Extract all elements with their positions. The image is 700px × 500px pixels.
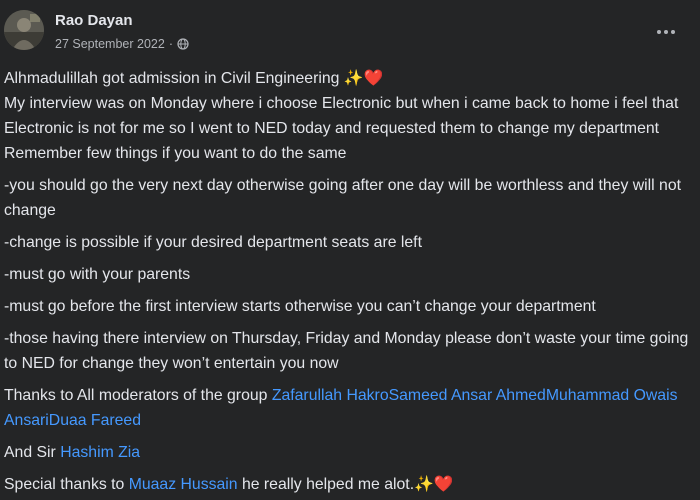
post-body: Alhmadulillah got admission in Civil Eng… xyxy=(4,66,694,497)
author-name[interactable]: Rao Dayan xyxy=(55,12,133,29)
tip-item: -you should go the very next day otherwi… xyxy=(4,177,682,219)
tip-item: -those having there interview on Thursda… xyxy=(4,330,689,372)
mention-link[interactable]: Duaa Fareed xyxy=(49,412,141,429)
sir-line: And Sir Hashim Zia xyxy=(4,440,694,465)
post-line: Electronic is not for me so I went to NE… xyxy=(4,120,660,137)
headline-text: Alhmadulillah got admission in Civil Eng… xyxy=(4,70,344,87)
post-meta: 27 September 2022 · xyxy=(55,37,189,51)
author-avatar[interactable] xyxy=(4,10,44,50)
facebook-post: Rao Dayan 27 September 2022 · Alhmadulil… xyxy=(0,0,700,500)
avatar-image xyxy=(4,10,44,50)
more-dot xyxy=(664,30,668,34)
post-date[interactable]: 27 September 2022 xyxy=(55,37,165,51)
tip-item: -change is possible if your desired depa… xyxy=(4,234,422,251)
sir-prefix: And Sir xyxy=(4,444,61,461)
meta-separator: · xyxy=(168,37,173,51)
globe-icon[interactable] xyxy=(177,38,189,50)
more-options-icon[interactable] xyxy=(648,20,684,44)
thanks-line: Thanks to All moderators of the group Za… xyxy=(4,383,694,433)
post-line: Remember few things if you want to do th… xyxy=(4,145,347,162)
mention-link[interactable]: Muaaz Hussain xyxy=(129,476,238,493)
tip-item: -must go with your parents xyxy=(4,266,191,283)
special-thanks-line: Special thanks to Muaaz Hussain he reall… xyxy=(4,472,694,497)
special-prefix: Special thanks to xyxy=(4,476,129,493)
sparkle-heart-emoji: ✨❤️ xyxy=(343,70,384,87)
more-dot xyxy=(657,30,661,34)
mention-link[interactable]: Sameed Ansar Ahmed xyxy=(389,387,546,404)
sparkle-heart-emoji: ✨❤️ xyxy=(414,476,454,493)
thanks-prefix: Thanks to All moderators of the group xyxy=(4,387,272,404)
tip-item: -must go before the first interview star… xyxy=(4,298,596,315)
special-suffix: he really helped me alot. xyxy=(237,476,415,493)
mention-link[interactable]: Zafarullah Hakro xyxy=(272,387,389,404)
more-dot xyxy=(671,30,675,34)
mention-link[interactable]: Hashim Zia xyxy=(60,444,140,461)
post-line: Alhmadulillah got admission in Civil Eng… xyxy=(4,66,694,91)
post-line: My interview was on Monday where i choos… xyxy=(4,95,679,112)
